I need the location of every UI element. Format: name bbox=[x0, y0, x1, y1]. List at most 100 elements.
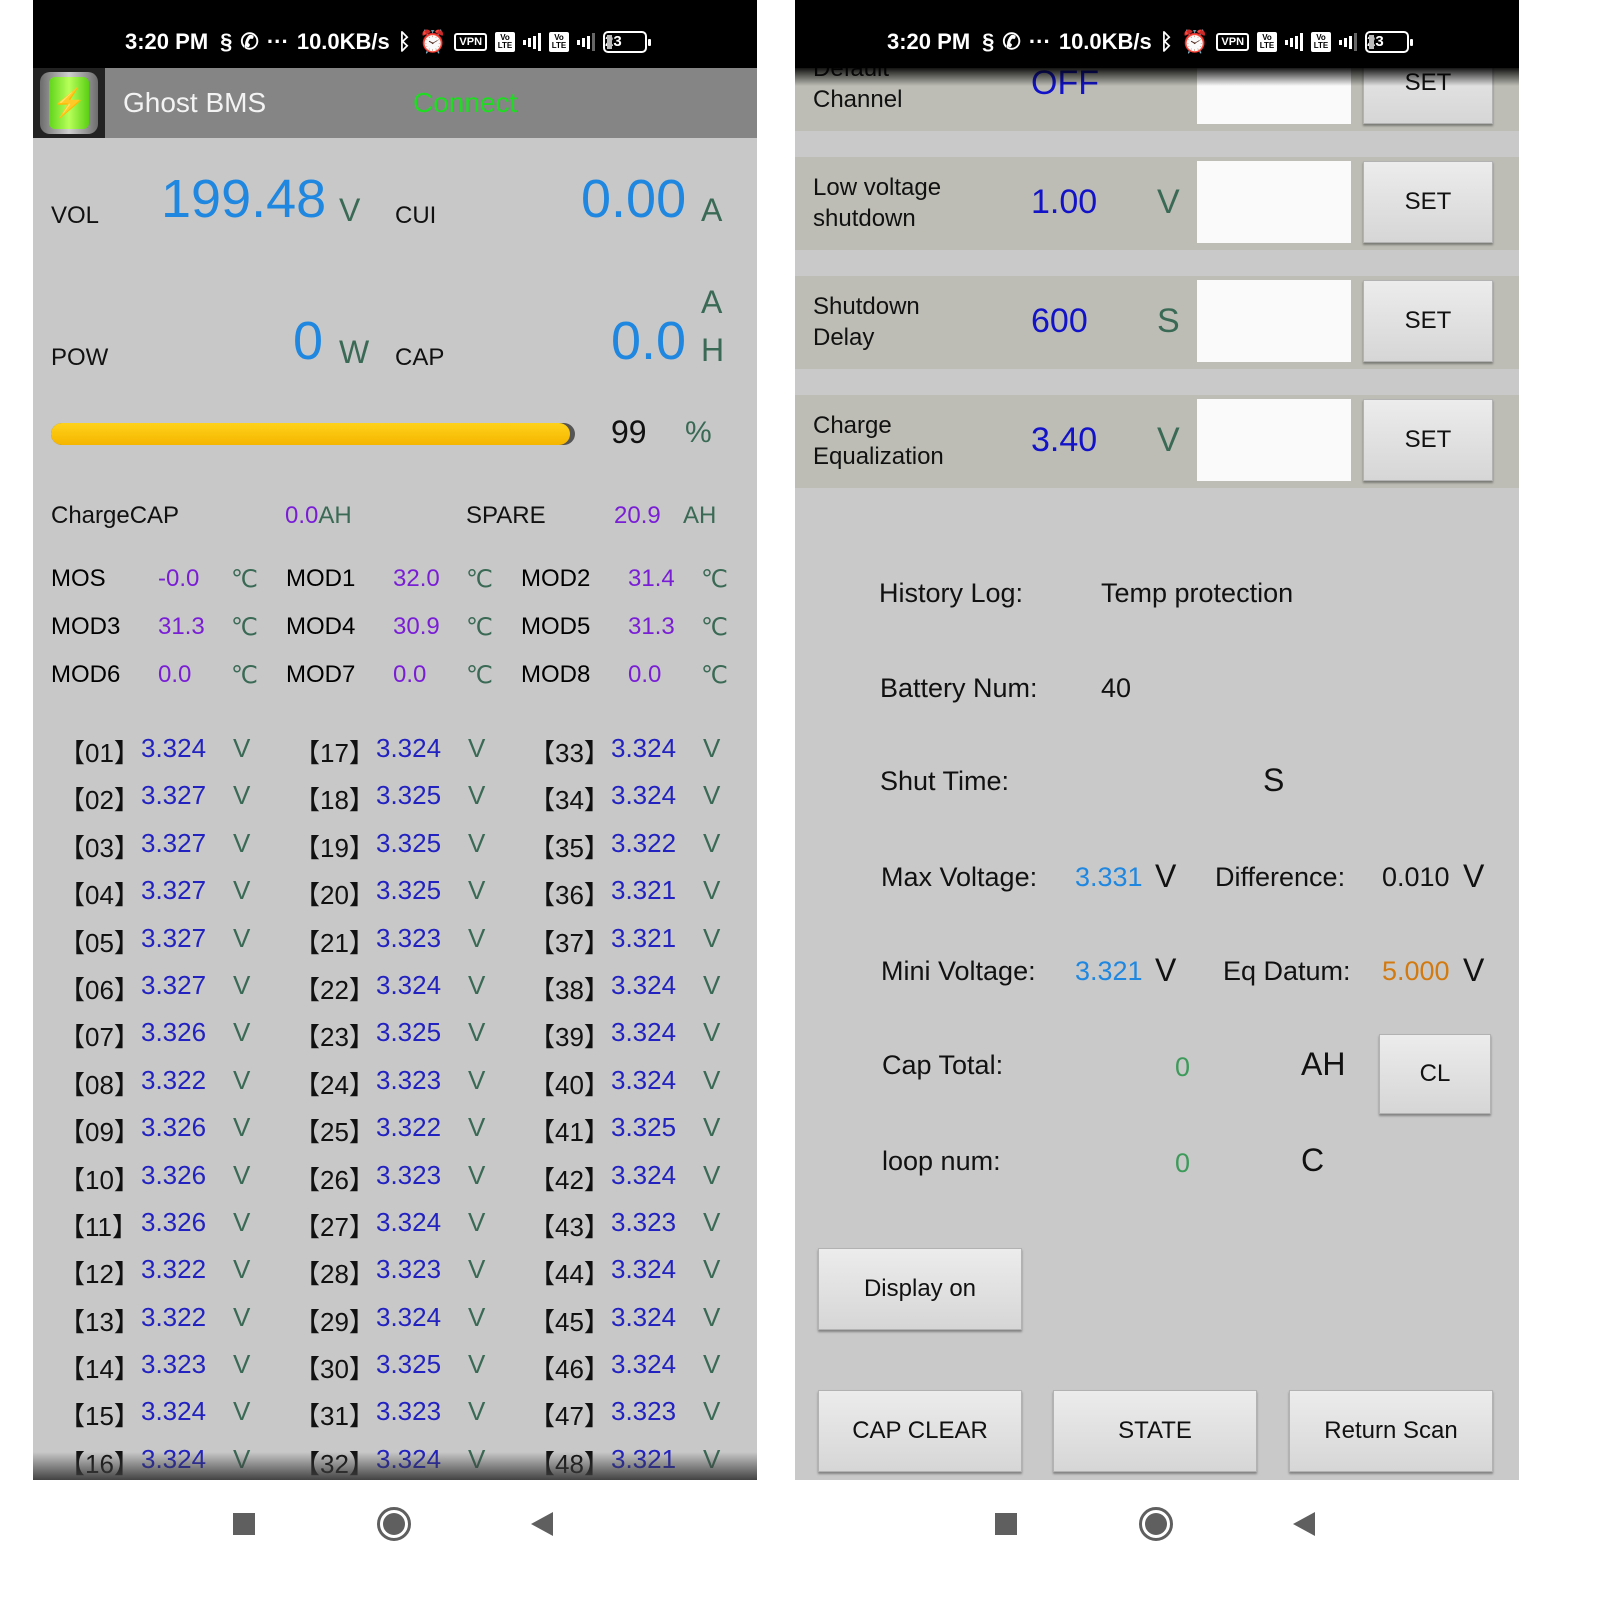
s-pay-icon: § bbox=[220, 29, 233, 54]
cap-total-clear-button[interactable]: CL bbox=[1379, 1034, 1491, 1114]
home-icon[interactable] bbox=[377, 1507, 411, 1541]
cell-voltage: 3.324 bbox=[376, 733, 442, 763]
connect-button[interactable]: Connect bbox=[413, 87, 517, 119]
max-voltage-unit: V bbox=[1155, 858, 1177, 894]
setting-set-button[interactable]: SET bbox=[1363, 399, 1493, 481]
cell-unit: V bbox=[233, 1112, 251, 1143]
cell-unit: V bbox=[703, 1349, 721, 1380]
signal-4g-icon bbox=[1285, 33, 1304, 51]
temp-sensor-label: MOD1 bbox=[286, 565, 356, 592]
state-button[interactable]: STATE bbox=[1053, 1390, 1257, 1472]
cell-index: 【44】 bbox=[529, 1259, 610, 1290]
setting-input[interactable] bbox=[1197, 399, 1351, 481]
cell-row: 【12】 3.322 V 【28】 3.323 V 【44】 3.324 V bbox=[59, 1254, 753, 1301]
soc-progress-bar bbox=[51, 423, 575, 445]
temp-sensor-value: 0.0 bbox=[393, 661, 427, 688]
volte-icon: Vo LTE bbox=[1311, 32, 1332, 52]
eq-datum-label: Eq Datum: bbox=[1223, 956, 1351, 986]
setting-input[interactable] bbox=[1197, 161, 1351, 243]
max-voltage-value: 3.331 bbox=[1075, 862, 1143, 892]
temp-sensor-value: 0.0 bbox=[628, 661, 662, 688]
cell-index: 【21】 bbox=[294, 927, 375, 958]
cell-index: 【28】 bbox=[294, 1259, 375, 1290]
setting-set-button[interactable]: SET bbox=[1363, 161, 1493, 243]
vpn-icon: VPN bbox=[454, 33, 488, 51]
cell-unit: V bbox=[703, 1301, 721, 1332]
cell-unit: V bbox=[233, 1206, 251, 1237]
setting-input[interactable] bbox=[1197, 280, 1351, 362]
cell-index: 【35】 bbox=[529, 832, 610, 863]
cap-clear-button[interactable]: CAP CLEAR bbox=[818, 1390, 1022, 1472]
cap-total-unit: AH bbox=[1301, 1046, 1346, 1082]
spare-unit: AH bbox=[683, 502, 717, 529]
spare-value: 20.9 bbox=[614, 502, 661, 529]
cap-total-value: 0 bbox=[1175, 1052, 1191, 1082]
cell-unit: V bbox=[468, 780, 486, 811]
cap-label: CAP bbox=[395, 344, 445, 371]
recents-icon[interactable] bbox=[995, 1513, 1017, 1535]
net-speed: 10.0KB/s bbox=[296, 29, 390, 54]
cell-voltage: 3.326 bbox=[141, 1112, 207, 1143]
cell-unit: V bbox=[468, 827, 486, 858]
cell-voltage: 3.324 bbox=[611, 1159, 677, 1190]
cell-voltage: 3.326 bbox=[141, 1017, 207, 1048]
display-on-button[interactable]: Display on bbox=[818, 1248, 1022, 1330]
recents-icon[interactable] bbox=[233, 1513, 255, 1535]
cui-unit: A bbox=[701, 192, 723, 228]
whatsapp-icon: ✆ bbox=[1002, 29, 1021, 54]
temp-unit: ℃ bbox=[466, 662, 493, 689]
cell-unit: V bbox=[468, 1254, 486, 1285]
spare-label: SPARE bbox=[466, 502, 546, 529]
back-icon[interactable] bbox=[1293, 1512, 1315, 1536]
shut-time-label: Shut Time: bbox=[880, 766, 1010, 796]
home-icon[interactable] bbox=[1139, 1507, 1173, 1541]
chargecap-unit: AH bbox=[318, 502, 352, 529]
temp-sensor-value: 30.9 bbox=[393, 613, 440, 640]
cell-voltage: 3.327 bbox=[141, 875, 207, 906]
cell-unit: V bbox=[703, 780, 721, 811]
back-icon[interactable] bbox=[531, 1512, 553, 1536]
cell-index: 【07】 bbox=[59, 1022, 140, 1053]
cell-voltage: 3.323 bbox=[376, 1254, 442, 1285]
vol-unit: V bbox=[339, 192, 361, 228]
cell-index: 【08】 bbox=[59, 1069, 140, 1100]
cell-index: 【43】 bbox=[529, 1211, 610, 1242]
setting-label-line1: Shutdown bbox=[813, 293, 920, 320]
more-dots-icon: ··· bbox=[1028, 29, 1051, 54]
cell-voltage: 3.324 bbox=[611, 780, 677, 811]
setting-label-line2: Channel bbox=[813, 86, 903, 113]
setting-label-line1: Low voltage bbox=[813, 174, 942, 201]
status-time: 3:20 PM bbox=[887, 29, 971, 54]
cell-voltage: 3.324 bbox=[611, 1301, 677, 1332]
cell-unit: V bbox=[468, 922, 486, 953]
setting-set-button[interactable]: SET bbox=[1363, 280, 1493, 362]
cell-unit: V bbox=[468, 1112, 486, 1143]
cell-index: 【06】 bbox=[59, 974, 140, 1005]
eq-datum-value: 5.000 bbox=[1382, 956, 1450, 986]
cell-index: 【38】 bbox=[529, 974, 610, 1005]
setting-label: Charge Equalization bbox=[813, 410, 944, 472]
cell-voltage: 3.324 bbox=[611, 1349, 677, 1380]
cell-unit: V bbox=[703, 875, 721, 906]
cell-unit: V bbox=[233, 733, 251, 763]
return-scan-button[interactable]: Return Scan bbox=[1289, 1390, 1493, 1472]
setting-row: Charge Equalization 3.40 V SET bbox=[795, 395, 1519, 488]
cell-index: 【17】 bbox=[294, 738, 375, 768]
signal-4g-icon bbox=[523, 33, 542, 51]
history-log-label: History Log: bbox=[879, 578, 1024, 608]
loop-num-label: loop num: bbox=[882, 1146, 1001, 1176]
cell-index: 【09】 bbox=[59, 1117, 140, 1148]
cell-voltage: 3.321 bbox=[611, 875, 677, 906]
cell-voltage: 3.324 bbox=[376, 1301, 442, 1332]
cell-row: 【03】 3.327 V 【19】 3.325 V 【35】 3.322 V bbox=[59, 827, 753, 875]
cell-index: 【46】 bbox=[529, 1354, 610, 1385]
cell-index: 【12】 bbox=[59, 1259, 140, 1290]
cell-index: 【22】 bbox=[294, 974, 375, 1005]
cell-unit: V bbox=[468, 1159, 486, 1190]
alarm-icon: ⏰ bbox=[418, 29, 447, 54]
cell-index: 【29】 bbox=[294, 1306, 375, 1337]
setting-label-line2: shutdown bbox=[813, 205, 916, 232]
loop-num-unit: C bbox=[1301, 1142, 1325, 1178]
cell-voltage: 3.323 bbox=[376, 1396, 442, 1427]
bluetooth-icon: ᛒ bbox=[397, 29, 411, 54]
